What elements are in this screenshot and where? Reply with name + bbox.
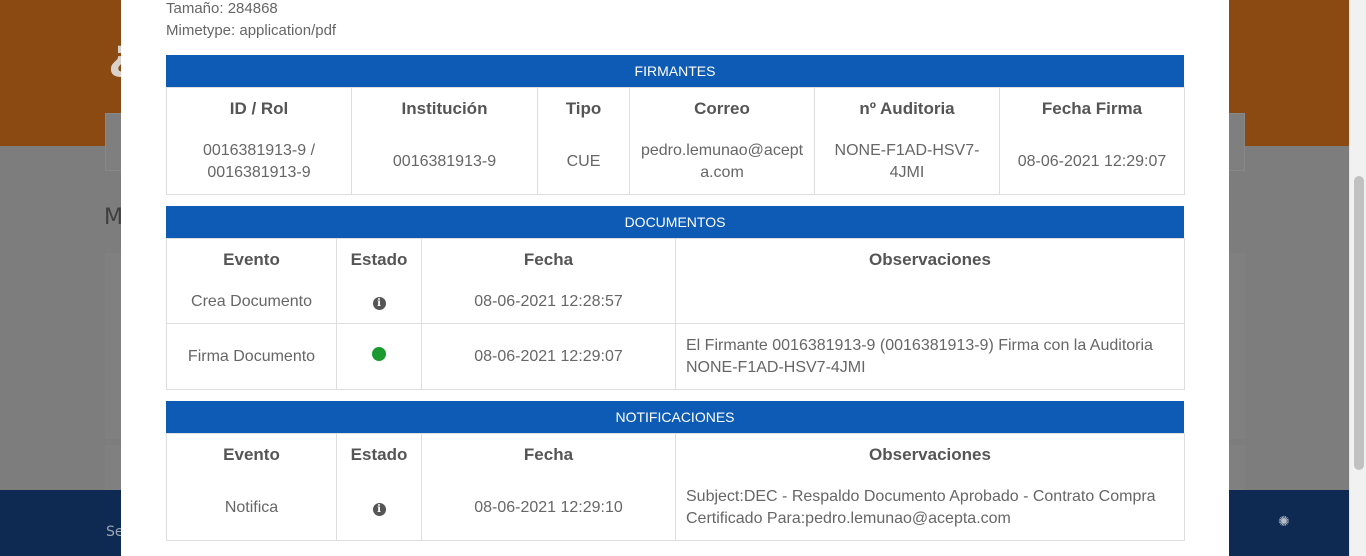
col-header-correo: Correo xyxy=(629,87,815,130)
col-header-estado: Estado xyxy=(336,433,422,476)
file-size: Tamaño: 284868 xyxy=(166,0,278,17)
col-header-fecha-firma: Fecha Firma xyxy=(999,87,1185,130)
event-status xyxy=(336,323,422,390)
col-header-observaciones: Observaciones xyxy=(675,238,1185,281)
documents-section: DOCUMENTOS Evento Estado Fecha Observaci… xyxy=(166,206,1185,390)
col-header-observaciones: Observaciones xyxy=(675,433,1185,476)
signer-id-rol: 0016381913-9 / 0016381913-9 xyxy=(166,129,352,195)
page-scrollbar[interactable] xyxy=(1349,0,1366,556)
event-date: 08-06-2021 12:28:57 xyxy=(421,280,676,324)
notifications-table: Evento Estado Fecha Observaciones Notifi… xyxy=(166,433,1185,541)
col-header-institucion: Institución xyxy=(351,87,538,130)
signer-fecha-firma: 08-06-2021 12:29:07 xyxy=(999,129,1185,195)
table-row: Notifica i 08-06-2021 12:29:10 Subject:D… xyxy=(166,475,1185,541)
notification-event: Notifica xyxy=(166,475,337,541)
table-row: Firma Documento 08-06-2021 12:29:07 El F… xyxy=(166,323,1185,390)
notifications-section: NOTIFICACIONES Evento Estado Fecha Obser… xyxy=(166,401,1185,541)
info-icon[interactable]: i xyxy=(372,502,386,516)
green-dot-icon xyxy=(372,346,386,361)
col-header-tipo: Tipo xyxy=(537,87,630,130)
scrollbar-thumb[interactable] xyxy=(1354,176,1364,470)
documents-section-title: DOCUMENTOS xyxy=(166,206,1184,238)
table-row: Crea Documento i 08-06-2021 12:28:57 xyxy=(166,280,1185,324)
col-header-evento: Evento xyxy=(166,433,337,476)
signer-correo: pedro.lemunao@acepta.com xyxy=(629,129,815,195)
file-mimetype: Mimetype: application/pdf xyxy=(166,22,337,39)
notifications-section-title: NOTIFICACIONES xyxy=(166,401,1184,433)
col-header-estado: Estado xyxy=(336,238,422,281)
document-detail-modal: Tamaño: 284868 Mimetype: application/pdf… xyxy=(121,0,1229,556)
col-header-fecha: Fecha xyxy=(421,238,676,281)
signers-section: FIRMANTES ID / Rol Institución Tipo Corr… xyxy=(166,55,1185,195)
documents-table: Evento Estado Fecha Observaciones Crea D… xyxy=(166,238,1185,390)
col-header-fecha: Fecha xyxy=(421,433,676,476)
event-observations xyxy=(675,280,1185,324)
notification-date: 08-06-2021 12:29:10 xyxy=(421,475,676,541)
event-date: 08-06-2021 12:29:07 xyxy=(421,323,676,390)
signer-institucion: 0016381913-9 xyxy=(351,129,538,195)
col-header-auditoria: nº Auditoria xyxy=(814,87,1000,130)
event-status: i xyxy=(336,280,422,324)
event-name: Crea Documento xyxy=(166,280,337,324)
notification-status: i xyxy=(336,475,422,541)
table-row: 0016381913-9 / 0016381913-9 0016381913-9… xyxy=(166,129,1185,195)
signer-auditoria: NONE-F1AD-HSV7-4JMI xyxy=(814,129,1000,195)
signers-table: ID / Rol Institución Tipo Correo nº Audi… xyxy=(166,87,1185,195)
loading-spinner-icon: ✺ xyxy=(1278,514,1290,530)
event-name: Firma Documento xyxy=(166,323,337,390)
notification-observations: Subject:DEC - Respaldo Documento Aprobad… xyxy=(675,475,1185,541)
signer-tipo: CUE xyxy=(537,129,630,195)
event-observations: El Firmante 0016381913-9 (0016381913-9) … xyxy=(675,323,1185,390)
col-header-id-rol: ID / Rol xyxy=(166,87,352,130)
signers-section-title: FIRMANTES xyxy=(166,55,1184,87)
col-header-evento: Evento xyxy=(166,238,337,281)
info-icon[interactable]: i xyxy=(372,296,386,310)
